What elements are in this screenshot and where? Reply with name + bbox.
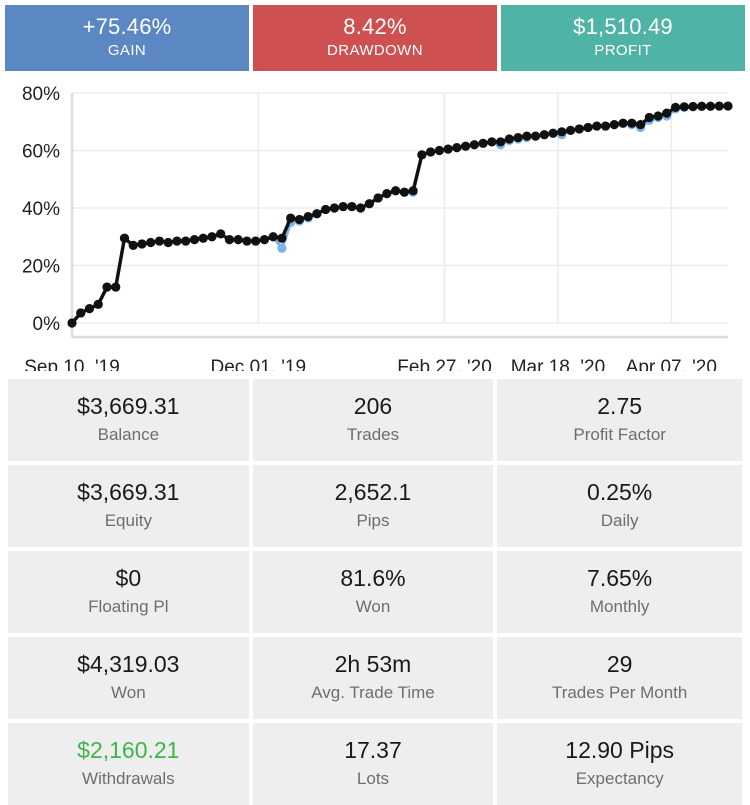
stat-value: 12.90 Pips bbox=[565, 737, 674, 763]
svg-text:Sep 10, '19: Sep 10, '19 bbox=[24, 357, 120, 371]
chart-x-tick-labels: Sep 10, '19 Dec 01, '19 Feb 27, '20 Mar 18,… bbox=[24, 357, 717, 371]
stat-cell[interactable]: 17.37 Lots bbox=[252, 723, 498, 805]
kpi-drawdown-label: DRAWDOWN bbox=[327, 42, 423, 59]
stat-value: 29 bbox=[606, 651, 633, 677]
chart-series bbox=[67, 101, 733, 328]
kpi-tile-drawdown[interactable]: 8.42% DRAWDOWN bbox=[253, 5, 497, 71]
table-row: $3,669.31 Balance 206 Trades 2.75 Profit Fact… bbox=[8, 379, 742, 465]
stat-value: 7.65% bbox=[587, 565, 653, 591]
stat-cell[interactable]: 81.6% Won bbox=[252, 551, 498, 637]
table-row: $2,160.21 Withdrawals 17.37 Lots 12.90 Pips E… bbox=[8, 723, 742, 805]
kpi-profit-label: PROFIT bbox=[594, 42, 652, 59]
stat-cell[interactable]: 2.75 Profit Factor bbox=[497, 379, 742, 465]
stat-label: Pips bbox=[356, 511, 390, 530]
stat-cell[interactable]: 29 Trades Per Month bbox=[497, 637, 742, 723]
stat-label: Won bbox=[111, 683, 146, 702]
stat-label: Profit Factor bbox=[573, 425, 666, 444]
stat-cell[interactable]: $3,669.31 Balance bbox=[8, 379, 253, 465]
stat-label: Avg. Trade Time bbox=[311, 683, 435, 702]
stat-value: $4,319.03 bbox=[77, 651, 180, 677]
stat-value: 0.25% bbox=[587, 479, 653, 505]
kpi-tile-profit[interactable]: $1,510.49 PROFIT bbox=[501, 5, 745, 71]
svg-text:0%: 0% bbox=[33, 314, 61, 335]
svg-text:80%: 80% bbox=[22, 84, 60, 105]
stat-label: Expectancy bbox=[575, 769, 664, 788]
svg-text:40%: 40% bbox=[22, 199, 60, 220]
stat-cell[interactable]: 206 Trades bbox=[252, 379, 498, 465]
stat-value: $2,160.21 bbox=[77, 737, 180, 763]
stat-value: 81.6% bbox=[340, 565, 406, 591]
stat-label: Balance bbox=[97, 425, 160, 444]
kpi-tile-gain[interactable]: +75.46% GAIN bbox=[5, 5, 249, 71]
stat-label: Lots bbox=[356, 769, 390, 788]
table-row: $3,669.31 Equity 2,652.1 Pips 0.25% Daily bbox=[8, 465, 742, 551]
stat-label: Monthly bbox=[589, 597, 650, 616]
stat-value: 17.37 bbox=[344, 737, 402, 763]
stat-value: 2.75 bbox=[597, 393, 643, 419]
statistics-table: $3,669.31 Balance 206 Trades 2.75 Profit Fact… bbox=[8, 379, 742, 805]
svg-text:Mar 18, '20: Mar 18, '20 bbox=[511, 357, 605, 371]
svg-text:Apr 07, '20: Apr 07, '20 bbox=[626, 357, 717, 371]
stat-cell[interactable]: $3,669.31 Equity bbox=[8, 465, 253, 551]
stat-label: Floating Pl bbox=[88, 597, 169, 616]
stat-cell[interactable]: 2,652.1 Pips bbox=[252, 465, 498, 551]
kpi-gain-value: +75.46% bbox=[82, 14, 172, 39]
stat-label: Trades Per Month bbox=[551, 683, 688, 702]
chart-y-tick-labels: 0% 20% 40% 60% 80% bbox=[22, 84, 60, 335]
stat-label: Trades bbox=[346, 425, 400, 444]
stat-value: 2h 53m bbox=[334, 651, 412, 677]
stat-label: Won bbox=[355, 597, 391, 616]
kpi-summary-row: +75.46% GAIN 8.42% DRAWDOWN $1,510.49 PR… bbox=[5, 5, 745, 71]
kpi-drawdown-value: 8.42% bbox=[343, 14, 407, 39]
stat-label: Equity bbox=[104, 511, 152, 530]
equity-chart-svg: 0% 20% 40% 60% 80% Sep 10, '19 Dec 01, '19 Feb… bbox=[22, 84, 733, 371]
stat-cell[interactable]: 0.25% Daily bbox=[497, 465, 742, 551]
stat-label: Daily bbox=[600, 511, 639, 530]
svg-text:60%: 60% bbox=[22, 142, 60, 163]
chart-axes bbox=[70, 93, 728, 339]
stat-value: 206 bbox=[353, 393, 393, 419]
stat-cell[interactable]: 7.65% Monthly bbox=[497, 551, 742, 637]
stat-value: $0 bbox=[115, 565, 142, 591]
stat-value: $3,669.31 bbox=[77, 393, 180, 419]
stat-value: 2,652.1 bbox=[334, 479, 412, 505]
table-row: $4,319.03 Won 2h 53m Avg. Trade Time 29 Trade… bbox=[8, 637, 742, 723]
svg-text:20%: 20% bbox=[22, 257, 60, 278]
equity-growth-chart[interactable]: 0% 20% 40% 60% 80% Sep 10, '19 Dec 01, '19 Feb… bbox=[0, 81, 750, 371]
table-row: $0 Floating Pl 81.6% Won 7.65% Monthly bbox=[8, 551, 742, 637]
stat-cell[interactable]: $2,160.21 Withdrawals bbox=[8, 723, 253, 805]
stat-cell[interactable]: 2h 53m Avg. Trade Time bbox=[252, 637, 498, 723]
stat-cell[interactable]: $0 Floating Pl bbox=[8, 551, 253, 637]
kpi-gain-label: GAIN bbox=[107, 42, 147, 59]
stat-value: $3,669.31 bbox=[77, 479, 180, 505]
svg-text:Feb 27, '20: Feb 27, '20 bbox=[397, 357, 491, 371]
stat-cell[interactable]: $4,319.03 Won bbox=[8, 637, 253, 723]
svg-text:Dec 01, '19: Dec 01, '19 bbox=[211, 357, 307, 371]
stat-label: Withdrawals bbox=[82, 769, 175, 788]
kpi-profit-value: $1,510.49 bbox=[573, 14, 673, 39]
stat-cell[interactable]: 12.90 Pips Expectancy bbox=[497, 723, 742, 805]
